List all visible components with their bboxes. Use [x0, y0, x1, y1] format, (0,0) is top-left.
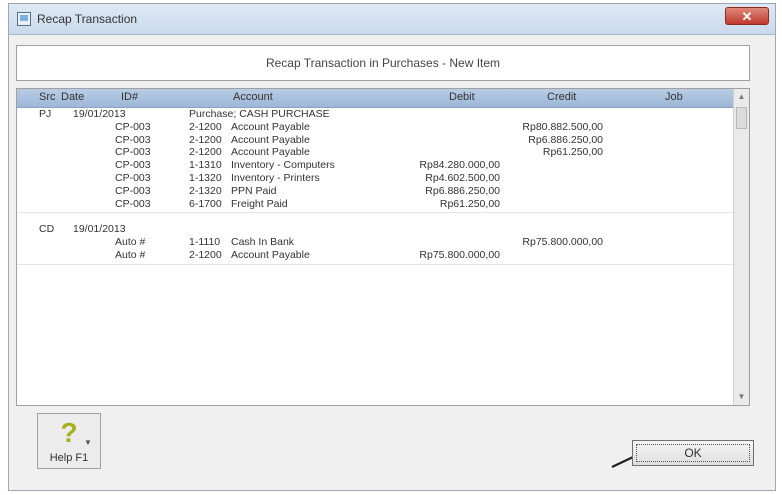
vertical-scrollbar[interactable]: ▲ ▼ — [733, 89, 749, 405]
group-memo: Purchase; CASH PURCHASE — [189, 108, 330, 120]
column-job[interactable]: Job — [665, 91, 683, 103]
group-src: PJ — [39, 108, 52, 120]
row-account-name: Account Payable — [231, 146, 310, 159]
row-credit: Rp80.882.500,00 — [522, 120, 603, 133]
row-id: CP-003 — [115, 146, 151, 159]
column-id[interactable]: ID# — [121, 91, 138, 103]
table-row[interactable]: CP-003 2-1200 Account Payable Rp80.882.5… — [17, 121, 733, 134]
group-date: 19/01/2013 — [73, 108, 126, 120]
row-account: 2-1320 — [189, 184, 222, 197]
grid-rows: PJ 19/01/2013 Purchase; CASH PURCHASE CP… — [17, 108, 733, 267]
row-account-name: Inventory - Computers — [231, 159, 335, 172]
column-account[interactable]: Account — [233, 91, 273, 103]
group-divider — [17, 263, 733, 265]
row-account: 6-1700 — [189, 197, 222, 210]
focus-ring — [636, 444, 750, 462]
row-debit: Rp6.886.250,00 — [425, 184, 500, 197]
row-account: 1-1320 — [189, 171, 222, 184]
row-id: CP-003 — [115, 159, 151, 172]
group-src: CD — [39, 223, 55, 236]
row-account-name: PPN Paid — [231, 184, 277, 197]
row-id: Auto # — [115, 248, 146, 261]
row-account-name: Account Payable — [231, 133, 310, 146]
table-row[interactable]: CP-003 2-1200 Account Payable Rp61.250,0… — [17, 146, 733, 159]
scroll-up-arrow-icon[interactable]: ▲ — [734, 89, 749, 105]
window-title: Recap Transaction — [37, 12, 138, 26]
row-debit: Rp84.280.000,00 — [419, 159, 500, 172]
row-account-name: Freight Paid — [231, 197, 288, 210]
table-row[interactable]: Auto # 1-1110 Cash In Bank Rp75.800.000,… — [17, 236, 733, 249]
help-button[interactable]: ? ▼ Help F1 — [37, 413, 101, 469]
transaction-grid: Src Date ID# Account Debit Credit Job PJ… — [16, 88, 750, 406]
title-bar[interactable]: Recap Transaction ✕ — [9, 4, 775, 35]
table-row[interactable]: CP-003 1-1310 Inventory - Computers Rp84… — [17, 159, 733, 172]
help-button-label: Help F1 — [49, 452, 89, 464]
row-account-name: Inventory - Printers — [231, 171, 320, 184]
row-credit: Rp6.886.250,00 — [528, 133, 603, 146]
window-icon — [17, 12, 31, 26]
row-account-name: Account Payable — [231, 120, 310, 133]
dropdown-arrow-icon: ▼ — [84, 438, 92, 447]
grid-header: Src Date ID# Account Debit Credit Job — [17, 89, 733, 108]
row-account-name: Cash In Bank — [231, 236, 295, 249]
row-credit: Rp75.800.000,00 — [522, 236, 603, 249]
column-src[interactable]: Src — [39, 91, 56, 103]
row-id: CP-003 — [115, 120, 151, 133]
row-credit: Rp61.250,00 — [542, 146, 603, 159]
table-row[interactable]: CP-003 6-1700 Freight Paid Rp61.250,00 — [17, 198, 733, 211]
group-header-row[interactable]: CD 19/01/2013 — [17, 223, 733, 236]
group-divider — [17, 212, 733, 214]
row-account-name: Account Payable — [231, 248, 310, 261]
column-credit[interactable]: Credit — [547, 91, 576, 103]
row-id: CP-003 — [115, 171, 151, 184]
row-account: 1-1110 — [189, 236, 221, 249]
row-id: CP-003 — [115, 184, 151, 197]
row-account: 1-1310 — [189, 159, 222, 172]
row-account: 2-1200 — [189, 146, 222, 159]
row-debit: Rp4.602.500,00 — [425, 171, 500, 184]
row-id: CP-003 — [115, 197, 151, 210]
row-account: 2-1200 — [189, 120, 222, 133]
row-debit: Rp61.250,00 — [439, 197, 500, 210]
column-date[interactable]: Date — [61, 91, 84, 103]
table-row[interactable]: Auto # 2-1200 Account Payable Rp75.800.0… — [17, 249, 733, 262]
scroll-thumb[interactable] — [736, 107, 747, 129]
column-debit[interactable]: Debit — [449, 91, 475, 103]
row-account: 2-1200 — [189, 248, 222, 261]
group-header-row[interactable]: PJ 19/01/2013 Purchase; CASH PURCHASE — [17, 108, 733, 121]
recap-heading: Recap Transaction in Purchases - New Ite… — [16, 45, 750, 81]
group-date: 19/01/2013 — [73, 223, 126, 236]
table-row[interactable]: CP-003 2-1320 PPN Paid Rp6.886.250,00 — [17, 185, 733, 198]
row-id: Auto # — [115, 236, 146, 249]
row-debit: Rp75.800.000,00 — [419, 248, 500, 261]
ok-button[interactable]: OK — [632, 440, 754, 466]
close-button[interactable]: ✕ — [725, 7, 769, 25]
table-row[interactable]: CP-003 1-1320 Inventory - Printers Rp4.6… — [17, 172, 733, 185]
question-mark-icon: ? — [60, 417, 78, 448]
row-id: CP-003 — [115, 133, 151, 146]
scroll-down-arrow-icon[interactable]: ▼ — [734, 389, 749, 405]
table-row[interactable]: CP-003 2-1200 Account Payable Rp6.886.25… — [17, 134, 733, 147]
row-account: 2-1200 — [189, 133, 222, 146]
